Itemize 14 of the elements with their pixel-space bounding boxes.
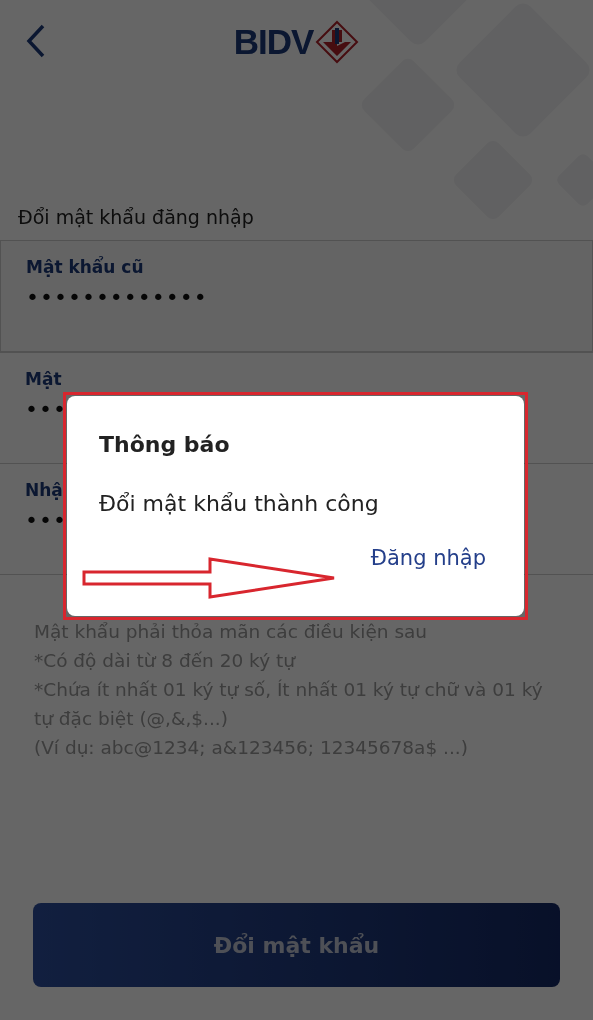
logo-text: BIDV bbox=[233, 22, 314, 62]
password-field[interactable]: Mật khẩu cũ ••••••••••••• bbox=[0, 240, 593, 352]
field-label: Mật bbox=[25, 369, 62, 389]
dialog-message: Đổi mật khẩu thành công bbox=[99, 491, 380, 516]
back-icon[interactable] bbox=[26, 24, 46, 58]
page-title: Đổi mật khẩu đăng nhập bbox=[17, 206, 255, 230]
password-dots: ••••••••••••• bbox=[26, 285, 209, 310]
password-dots: ••• bbox=[25, 397, 68, 422]
login-button[interactable]: Đăng nhập bbox=[364, 542, 492, 574]
logo-icon bbox=[315, 20, 360, 64]
field-label: Mật khẩu cũ bbox=[26, 257, 144, 277]
password-dots: ••• bbox=[25, 508, 68, 533]
field-label: Nhậ bbox=[25, 480, 63, 500]
dialog-title: Thông báo bbox=[99, 432, 231, 457]
